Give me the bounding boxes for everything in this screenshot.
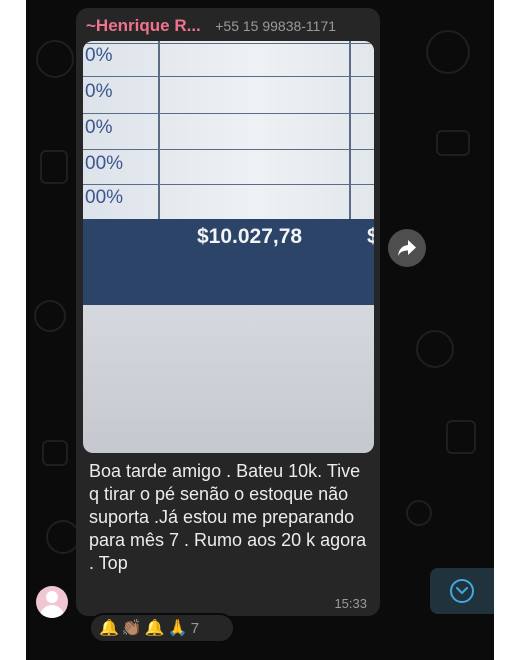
message-header: ~Henrique R... +55 15 99838-1171 [86, 16, 376, 36]
clap-emoji: 👏🏽 [121, 620, 142, 637]
wallpaper-doodle [406, 500, 432, 526]
scroll-to-bottom-button[interactable] [430, 568, 494, 614]
reactions-pill[interactable]: 🔔 👏🏽 🔔 🙏 7 [89, 613, 235, 643]
wallpaper-doodle [436, 130, 470, 156]
total-amount: $10.027,78 [197, 225, 303, 248]
percent-cell: 00% [85, 153, 124, 174]
grid-line [83, 184, 374, 185]
grid-line [349, 41, 351, 219]
sender-avatar[interactable] [36, 586, 68, 618]
message-photo[interactable]: 0% 0% 0% 00% 00% $10.027,78 $ [83, 41, 374, 453]
spreadsheet-area [83, 41, 374, 219]
message-time: 15:33 [334, 596, 367, 611]
wallpaper-doodle [40, 150, 68, 184]
wallpaper-doodle [446, 420, 476, 454]
wallpaper-doodle [42, 440, 68, 466]
forward-arrow-icon [398, 240, 416, 256]
message-bubble[interactable]: ~Henrique R... +55 15 99838-1171 0% 0% 0… [76, 8, 380, 616]
message-text: Boa tarde amigo . Bateu 10k. Tive q tira… [89, 461, 367, 573]
wallpaper-doodle [36, 40, 74, 78]
grid-line [83, 149, 374, 150]
sender-phone: +55 15 99838-1171 [215, 18, 337, 34]
grid-line [83, 43, 374, 44]
chevron-down-icon [456, 587, 468, 594]
partial-amount: $ [367, 225, 374, 248]
reaction-count: 7 [190, 619, 200, 637]
wallpaper-doodle [416, 330, 454, 368]
percent-cell: 0% [85, 117, 113, 138]
forward-button[interactable] [388, 229, 426, 267]
sender-name[interactable]: ~Henrique R... [86, 16, 201, 35]
wallpaper-doodle [46, 520, 80, 554]
wallpaper-doodle [34, 300, 66, 332]
bell-emoji: 🔔 [99, 620, 119, 637]
grid-line [158, 41, 160, 219]
wallpaper-doodle [426, 30, 470, 74]
percent-cell: 0% [85, 81, 113, 102]
bell-emoji: 🔔 [144, 620, 165, 637]
pray-emoji: 🙏 [167, 620, 188, 637]
percent-cell: 00% [85, 187, 124, 208]
default-avatar-icon [46, 591, 58, 603]
grid-line [83, 113, 374, 114]
percent-cell: 0% [85, 45, 113, 66]
chat-background: ~Henrique R... +55 15 99838-1171 0% 0% 0… [26, 0, 494, 660]
grid-line [83, 76, 374, 77]
